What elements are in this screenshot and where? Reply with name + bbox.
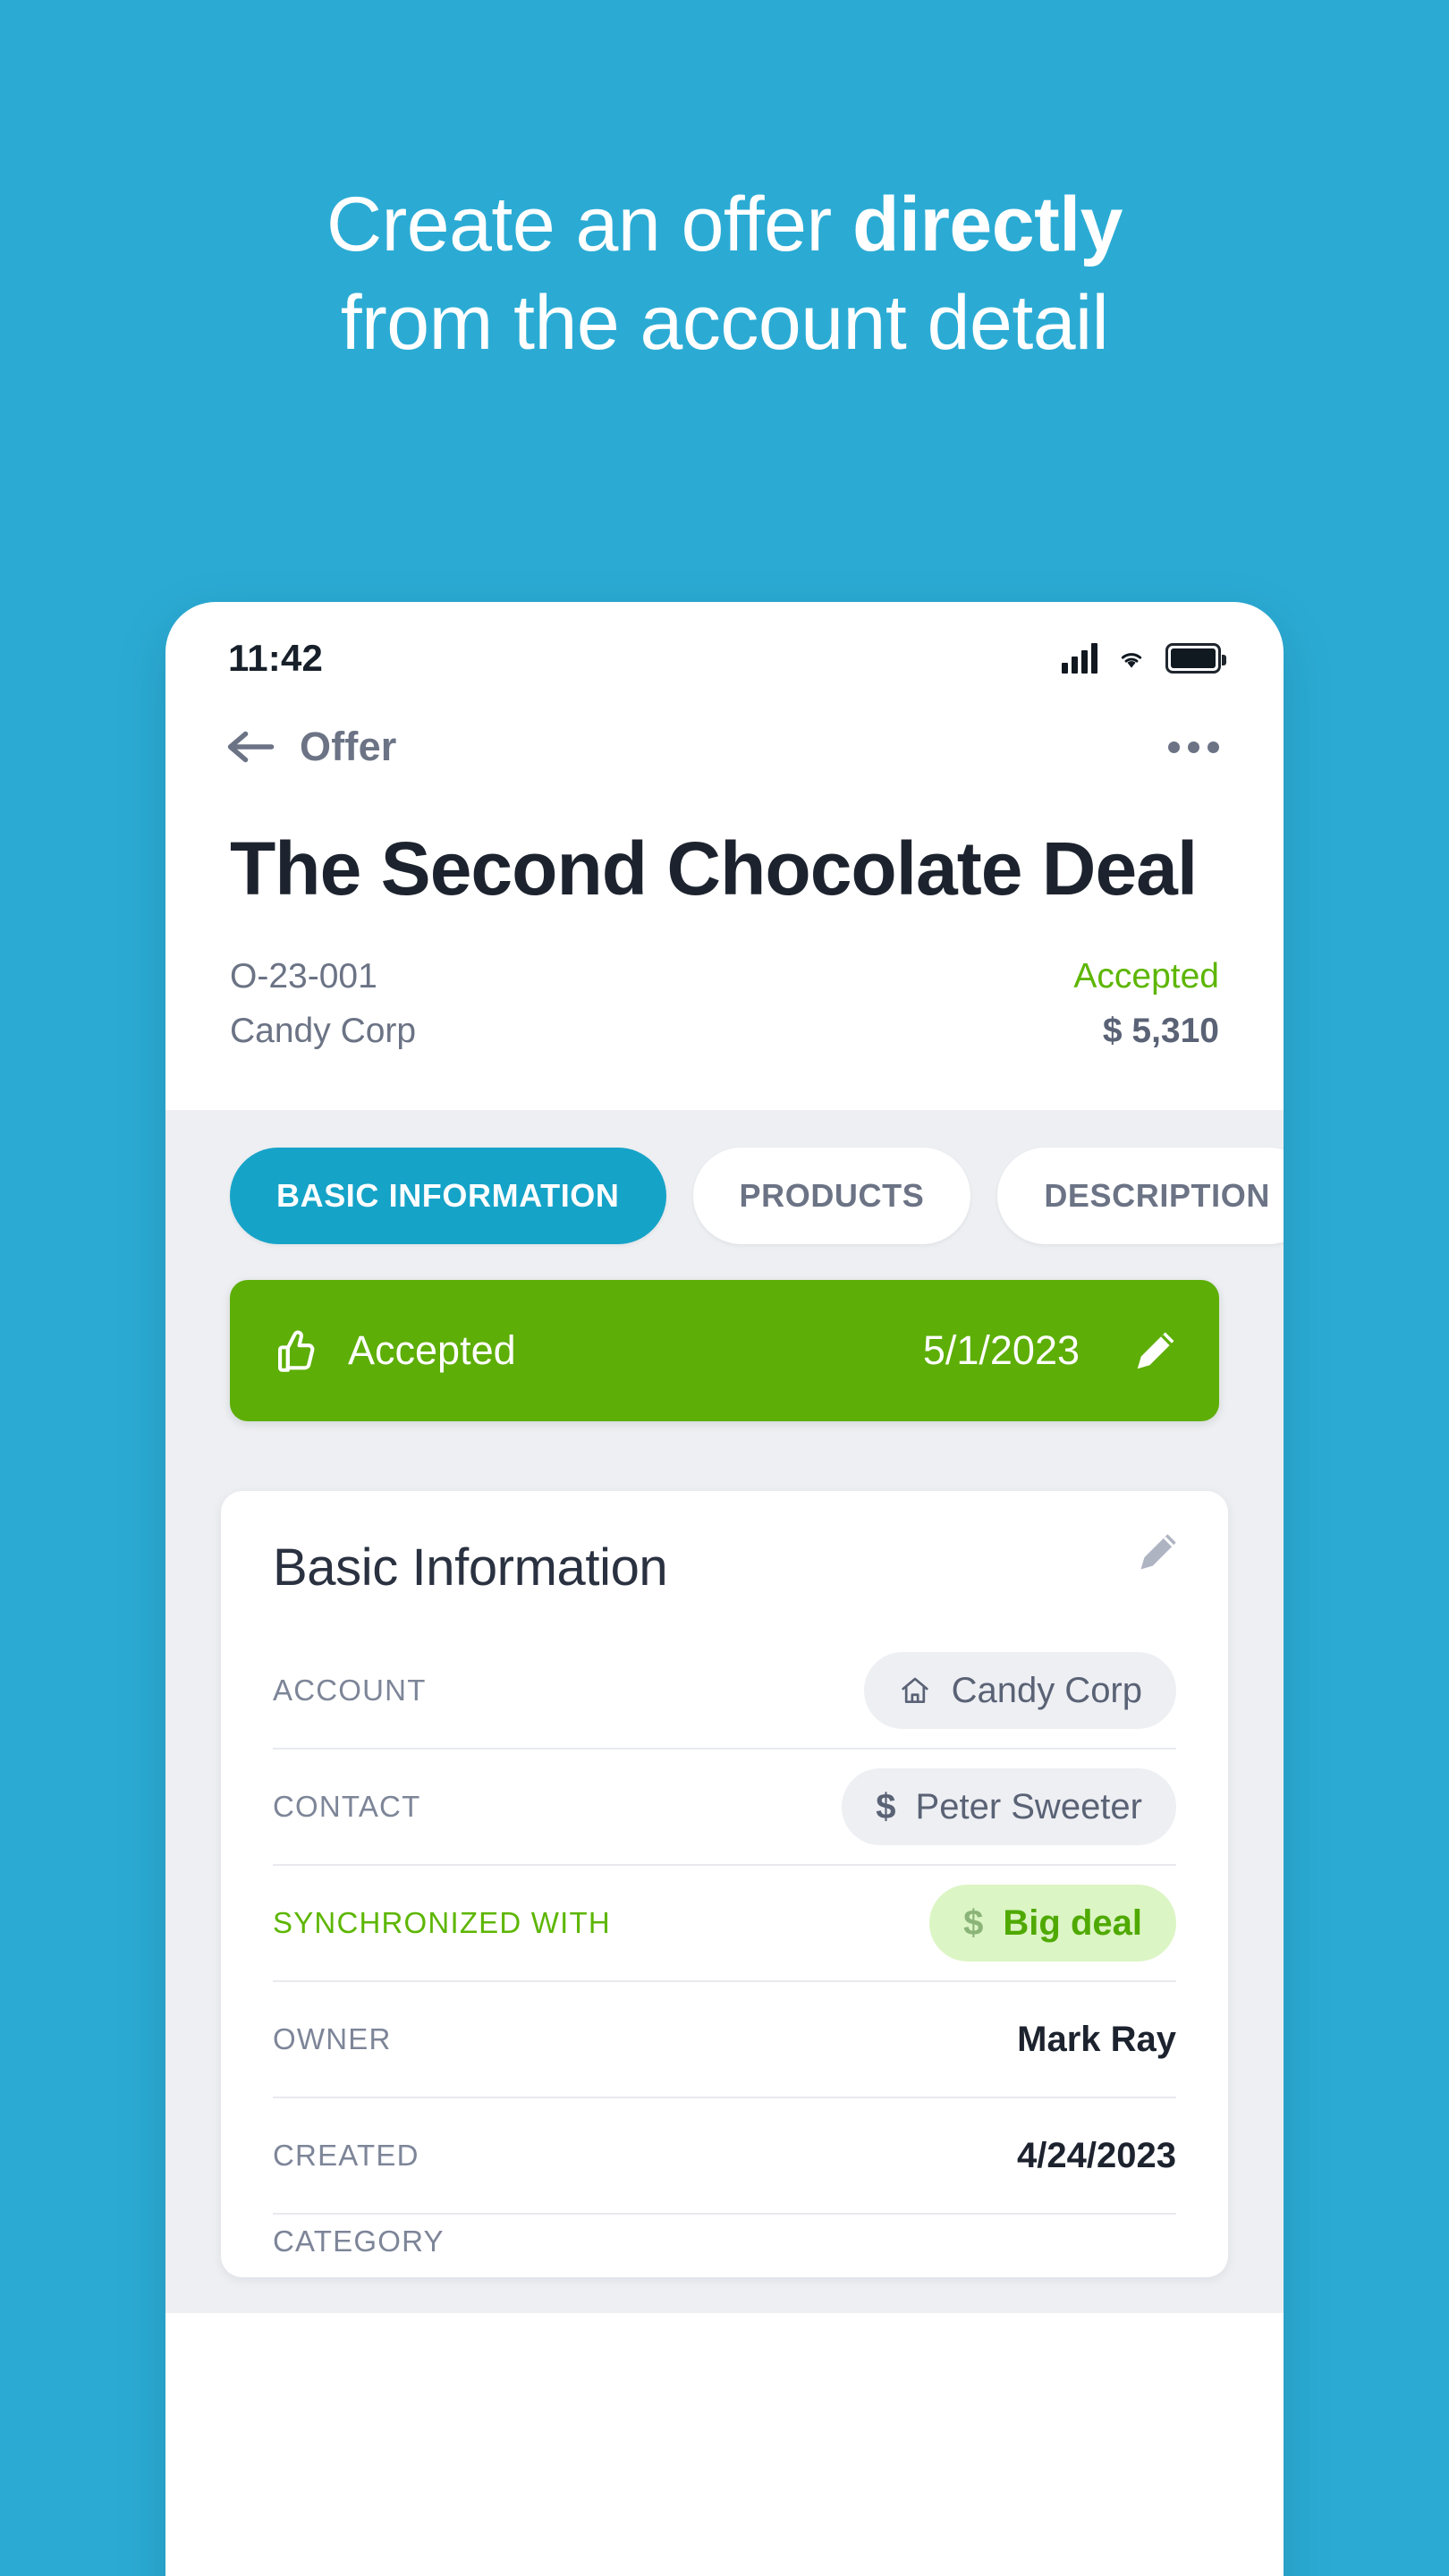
tab-description[interactable]: DESCRIPTION [997, 1148, 1284, 1245]
offer-meta-right: Accepted $ 5,310 [1073, 950, 1219, 1058]
promo-headline-line-1-prefix: Create an offer [326, 182, 853, 267]
info-row-contact: CONTACT $ Peter Sweeter [273, 1750, 1176, 1867]
owner-value: Mark Ray [1017, 2019, 1176, 2059]
offer-amount: $ 5,310 [1102, 1011, 1219, 1050]
info-row-label: ACCOUNT [273, 1674, 427, 1707]
info-row-created: CREATED 4/24/2023 [273, 2098, 1176, 2216]
pencil-icon[interactable] [1135, 1529, 1182, 1575]
info-row-synchronized-with: SYNCHRONIZED WITH $ Big deal [273, 1866, 1176, 1983]
status-banner-label: Accepted [348, 1327, 516, 1374]
info-row-owner: OWNER Mark Ray [273, 1982, 1176, 2099]
tab-products[interactable]: PRODUCTS [692, 1148, 971, 1245]
offer-status: Accepted [1073, 957, 1219, 996]
synchronized-with-chip-label: Big deal [1003, 1902, 1142, 1943]
card-title: Basic Information [273, 1538, 668, 1597]
battery-full-icon [1165, 643, 1226, 674]
info-row-label: SYNCHRONIZED WITH [273, 1906, 611, 1940]
wifi-icon [1121, 653, 1142, 668]
synchronized-with-chip[interactable]: $ Big deal [929, 1885, 1176, 1962]
offer-content: BASIC INFORMATION PRODUCTS DESCRIPTION A… [165, 1110, 1284, 2314]
offer-meta: O-23-001 Candy Corp Accepted $ 5,310 [230, 950, 1219, 1058]
offer-account: Candy Corp [230, 1011, 417, 1050]
status-banner-date: 5/1/2023 [922, 1327, 1080, 1374]
offer-hero: The Second Chocolate Deal O-23-001 Candy… [165, 795, 1284, 1111]
promo-headline-emphasis: directly [852, 182, 1123, 267]
info-row-account: ACCOUNT Candy Corp [273, 1633, 1176, 1750]
created-value: 4/24/2023 [1017, 2135, 1176, 2175]
info-row-label: CREATED [273, 2139, 419, 2173]
dollar-icon: $ [963, 1902, 984, 1943]
promo-headline: Create an offer directly from the accoun… [0, 0, 1449, 372]
tab-basic-information[interactable]: BASIC INFORMATION [230, 1148, 666, 1245]
info-row-category: CATEGORY [273, 2215, 1176, 2268]
offer-meta-left: O-23-001 Candy Corp [230, 950, 416, 1058]
status-bar: 11:42 [165, 602, 1284, 699]
status-bar-icons [1062, 643, 1226, 674]
info-row-label: CATEGORY [273, 2224, 445, 2258]
offer-title: The Second Chocolate Deal [230, 826, 1198, 911]
signal-bars-icon [1062, 643, 1097, 674]
pencil-icon[interactable] [1131, 1326, 1180, 1375]
nav-bar: Offer [165, 699, 1284, 795]
nav-title: Offer [300, 724, 397, 769]
account-chip-label: Candy Corp [951, 1670, 1142, 1710]
arrow-left-icon[interactable] [225, 727, 276, 767]
more-horizontal-icon[interactable] [1163, 727, 1224, 767]
contact-chip-label: Peter Sweeter [915, 1786, 1142, 1826]
promo-headline-line-1: Create an offer directly [0, 175, 1449, 274]
promo-headline-line-2: from the account detail [340, 280, 1109, 367]
home-icon [901, 1677, 928, 1704]
basic-information-card: Basic Information ACCOUNT Candy Corp CON… [221, 1491, 1228, 2278]
account-chip[interactable]: Candy Corp [863, 1652, 1176, 1730]
status-banner[interactable]: Accepted 5/1/2023 [230, 1280, 1219, 1422]
contact-chip[interactable]: $ Peter Sweeter [842, 1768, 1176, 1846]
phone-mockup: 11:42 Offer The Second Chocolate Deal O-… [165, 602, 1284, 2576]
offer-code: O-23-001 [230, 957, 377, 996]
info-row-label: OWNER [273, 2022, 392, 2056]
dollar-icon: $ [876, 1786, 896, 1826]
thumbs-up-icon [278, 1330, 315, 1372]
info-row-label: CONTACT [273, 1790, 421, 1824]
status-bar-time: 11:42 [228, 637, 324, 679]
tab-bar: BASIC INFORMATION PRODUCTS DESCRIPTION [165, 1110, 1284, 1280]
